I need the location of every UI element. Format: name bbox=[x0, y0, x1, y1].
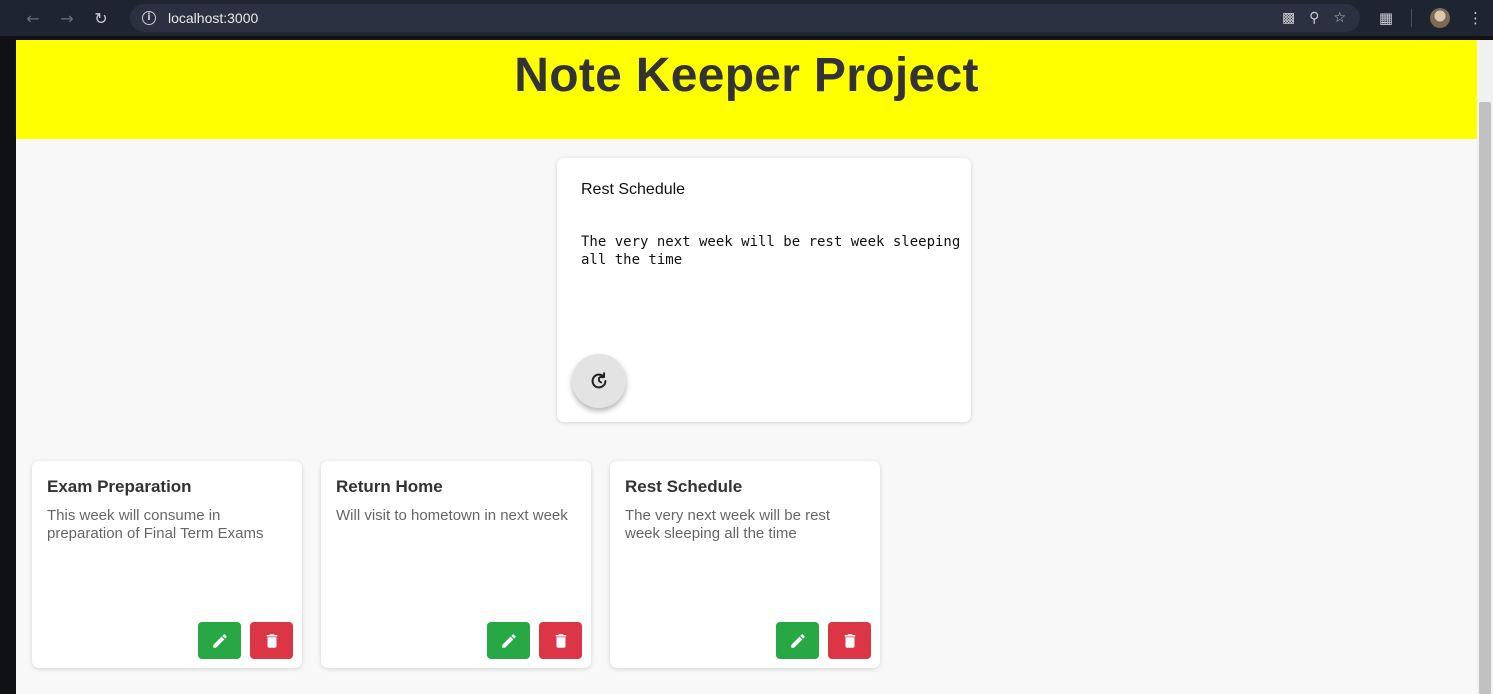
trash-icon bbox=[844, 633, 855, 648]
toolbar-divider bbox=[1411, 9, 1412, 27]
back-icon[interactable]: ← bbox=[16, 0, 50, 36]
update-note-button[interactable] bbox=[572, 354, 626, 408]
pencil-icon bbox=[790, 633, 805, 648]
delete-note-button[interactable] bbox=[539, 622, 582, 659]
note-title: Rest Schedule bbox=[625, 477, 743, 496]
zoom-icon[interactable]: ⚲ bbox=[1309, 10, 1319, 26]
url-text[interactable]: localhost:3000 bbox=[168, 10, 258, 26]
page-viewport: Note Keeper Project Rest Schedule The ve… bbox=[16, 40, 1477, 694]
delete-note-button[interactable] bbox=[828, 622, 871, 659]
note-content: This week will consume in preparation of… bbox=[47, 507, 264, 542]
note-card: Return Home Will visit to hometown in ne… bbox=[321, 461, 591, 668]
page-scrollbar[interactable] bbox=[1477, 40, 1493, 694]
profile-avatar[interactable] bbox=[1430, 8, 1450, 28]
site-info-icon[interactable]: i bbox=[142, 11, 156, 25]
pencil-icon bbox=[212, 633, 227, 648]
editor-content-textarea[interactable]: The very next week will be rest week sle… bbox=[581, 233, 966, 269]
edit-note-button[interactable] bbox=[776, 622, 819, 659]
app-header: Note Keeper Project bbox=[16, 40, 1477, 139]
note-title: Return Home bbox=[336, 477, 443, 496]
edit-note-button[interactable] bbox=[198, 622, 241, 659]
bookmark-star-icon[interactable]: ☆ bbox=[1333, 10, 1346, 26]
page-title: Note Keeper Project bbox=[514, 49, 979, 102]
edit-note-button[interactable] bbox=[487, 622, 530, 659]
note-editor-card: Rest Schedule The very next week will be… bbox=[557, 158, 971, 422]
scrollbar-thumb[interactable] bbox=[1479, 102, 1491, 694]
trash-icon bbox=[266, 633, 277, 648]
note-content: Will visit to hometown in next week bbox=[336, 507, 568, 524]
note-content: The very next week will be rest week sle… bbox=[625, 507, 831, 542]
menu-icon[interactable]: ⋮ bbox=[1468, 9, 1483, 27]
pencil-icon bbox=[501, 633, 516, 648]
note-card: Rest Schedule The very next week will be… bbox=[610, 461, 880, 668]
address-bar[interactable]: i localhost:3000 ▩ ⚲ ☆ bbox=[130, 4, 1360, 32]
trash-icon bbox=[555, 633, 566, 648]
delete-note-button[interactable] bbox=[250, 622, 293, 659]
note-title: Exam Preparation bbox=[47, 477, 192, 496]
update-icon bbox=[591, 372, 607, 389]
extensions-icon[interactable]: ▦ bbox=[1379, 9, 1393, 27]
browser-toolbar: ← → ↻ i localhost:3000 ▩ ⚲ ☆ ▦ ⋮ bbox=[0, 0, 1493, 36]
forward-icon[interactable]: → bbox=[50, 0, 84, 36]
editor-title-input[interactable]: Rest Schedule bbox=[581, 181, 685, 199]
note-card: Exam Preparation This week will consume … bbox=[32, 461, 302, 668]
cast-icon[interactable]: ▩ bbox=[1282, 10, 1295, 26]
reload-icon[interactable]: ↻ bbox=[84, 0, 118, 36]
